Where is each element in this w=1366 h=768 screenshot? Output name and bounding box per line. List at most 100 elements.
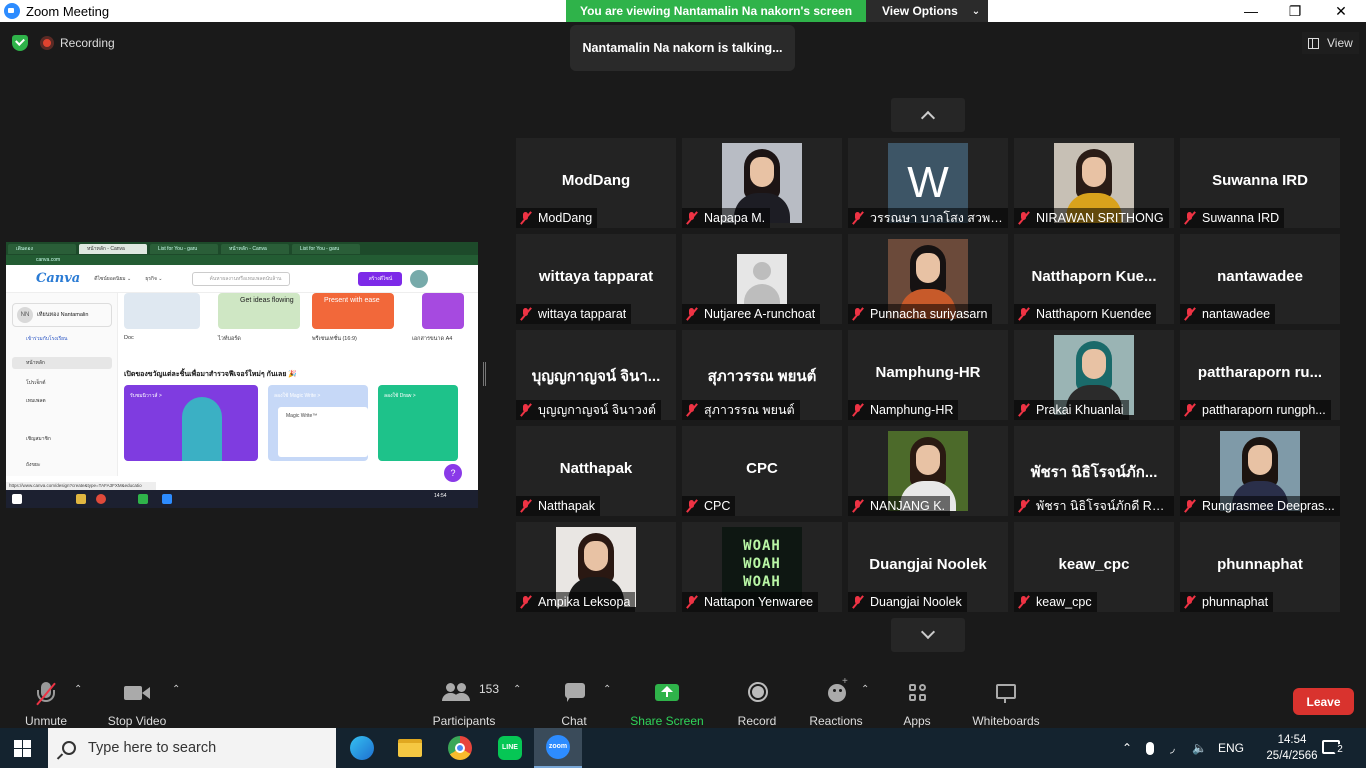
record-button[interactable]: Record <box>736 668 778 728</box>
minimize-button[interactable]: — <box>1228 0 1274 22</box>
muted-mic-icon <box>685 307 699 321</box>
share-screen-button[interactable]: Share Screen <box>630 668 704 728</box>
tray-language[interactable]: ENG <box>1218 728 1244 768</box>
gallery-next-page-button[interactable] <box>891 618 965 652</box>
participant-nameplate: Duangjai Noolek <box>848 592 967 612</box>
whiteboards-button[interactable]: Whiteboards <box>968 668 1044 728</box>
muted-mic-icon <box>685 499 699 513</box>
participant-tile[interactable]: Suwanna IRD Suwanna IRD <box>1180 138 1340 228</box>
split-resize-handle[interactable] <box>483 362 486 386</box>
canva-card-whiteboard: Get ideas flowing <box>218 293 300 329</box>
participant-name: Nattapon Yenwaree <box>704 595 814 609</box>
participant-name: NIRAWAN SRITHONG <box>1036 211 1164 225</box>
participant-tile[interactable]: keaw_cpc keaw_cpc <box>1014 522 1174 612</box>
view-label: View <box>1327 36 1353 50</box>
participant-nameplate: Nutjaree A-runchoat <box>682 304 821 324</box>
canva-profile-avatar: NN <box>17 307 33 323</box>
participant-tile[interactable]: Rungrasmee Deepras... <box>1180 426 1340 516</box>
participant-tile[interactable]: CPC CPC <box>682 426 842 516</box>
participant-tile[interactable]: พัชรา นิธิโรจน์ภัก... พัชรา นิธิโรจน์ภักด… <box>1014 426 1174 516</box>
view-options-button[interactable]: View Options ⌄ <box>866 0 988 22</box>
chat-label: Chat <box>561 714 587 728</box>
participant-tile[interactable]: Natthapak Natthapak <box>516 426 676 516</box>
participant-tile[interactable]: Ampika Leksopa <box>516 522 676 612</box>
participants-count: 153 <box>479 682 500 696</box>
participant-tile[interactable]: Duangjai Noolek Duangjai Noolek <box>848 522 1008 612</box>
apps-button[interactable]: Apps <box>896 668 938 728</box>
participant-tile[interactable]: phunnaphat phunnaphat <box>1180 522 1340 612</box>
participant-nameplate: Nattapon Yenwaree <box>682 592 819 612</box>
windows-start-icon[interactable] <box>14 740 31 757</box>
participant-tile[interactable]: NANJANG K. <box>848 426 1008 516</box>
shared-screen[interactable]: เดิมดอง หน้าหลัก - Canva List for You - … <box>6 242 478 508</box>
reactions-smiley-icon: + <box>808 676 864 710</box>
leave-meeting-button[interactable]: Leave <box>1293 688 1354 715</box>
recording-indicator[interactable]: Recording <box>40 32 115 54</box>
canva-main: Get ideas flowing Present with ease Doc … <box>124 293 474 476</box>
reactions-button[interactable]: + Reactions <box>808 668 864 728</box>
apps-label: Apps <box>903 714 931 728</box>
participants-options-caret[interactable]: ⌃ <box>513 684 521 695</box>
participant-tile[interactable]: Nutjaree A-runchoat <box>682 234 842 324</box>
participants-icon: 153 <box>432 680 500 710</box>
participant-tile[interactable]: wittaya tapparat wittaya tapparat <box>516 234 676 324</box>
windows-taskbar: Type here to search LINE zoom ⌃ ◞ 🔈 ENG … <box>0 728 1366 768</box>
record-icon <box>737 680 777 710</box>
participant-tile[interactable]: Punnacha suriyasarn <box>848 234 1008 324</box>
taskbar-chrome[interactable] <box>436 728 484 768</box>
participant-tile[interactable]: W วรรณษา บาลโสง สวพ.ม... <box>848 138 1008 228</box>
gallery-previous-page-button[interactable] <box>891 98 965 132</box>
muted-mic-icon <box>1017 499 1031 513</box>
participant-tile[interactable]: สุภาวรรณ พยนต์ สุภาวรรณ พยนต์ <box>682 330 842 420</box>
notification-center-icon[interactable]: 2 <box>1322 738 1346 758</box>
taskbar-clock[interactable]: 14:54 25/4/2566 <box>1262 732 1322 764</box>
participant-tile[interactable]: nantawadee nantawadee <box>1180 234 1340 324</box>
participant-tile[interactable]: WOAH WOAH WOAH Nattapon Yenwaree <box>682 522 842 612</box>
unmute-button[interactable]: Unmute <box>20 668 72 728</box>
participant-tile[interactable]: pattharaporn ru... pattharaporn rungph... <box>1180 330 1340 420</box>
stop-video-button[interactable]: Stop Video <box>106 668 168 728</box>
close-window-button[interactable]: ✕ <box>1318 0 1364 22</box>
view-button[interactable]: View <box>1302 32 1359 54</box>
taskbar-line[interactable]: LINE <box>486 728 534 768</box>
chat-button[interactable]: Chat <box>552 668 596 728</box>
canva-card-text: Present with ease <box>324 297 380 304</box>
participant-tile[interactable]: ModDang ModDang <box>516 138 676 228</box>
security-shield-icon[interactable] <box>12 35 28 51</box>
participant-nameplate: NIRAWAN SRITHONG <box>1014 208 1169 228</box>
record-label: Record <box>737 714 777 728</box>
restore-button[interactable]: ❐ <box>1272 0 1318 22</box>
participant-tile[interactable]: Napapa M. <box>682 138 842 228</box>
participant-name: Namphung-HR <box>870 403 954 417</box>
tray-network-icon[interactable]: ◞ <box>1170 728 1175 768</box>
participant-name: พัชรา นิธิโรจน์ภักดี RM... <box>1036 499 1169 513</box>
participant-tile[interactable]: Namphung-HR Namphung-HR <box>848 330 1008 420</box>
taskbar-zoom[interactable]: zoom <box>534 728 582 768</box>
canva-heading: เปิดของขวัญแต่ละชิ้นเพื่อมาสำรวจฟีเจอร์ใ… <box>124 371 298 378</box>
participants-button[interactable]: 153 Participants <box>432 668 500 728</box>
video-options-caret[interactable]: ⌃ <box>172 684 180 695</box>
chat-options-caret[interactable]: ⌃ <box>603 684 611 695</box>
participant-nameplate: Punnacha suriyasarn <box>848 304 993 324</box>
taskbar-edge[interactable] <box>338 728 386 768</box>
taskbar-file-explorer[interactable] <box>386 728 434 768</box>
reactions-options-caret[interactable]: ⌃ <box>861 684 869 695</box>
canva-side-item: ถังขยะ <box>26 462 41 468</box>
tray-volume-icon[interactable]: 🔈 <box>1192 728 1207 768</box>
audio-options-caret[interactable]: ⌃ <box>74 684 82 695</box>
shared-folder-icon <box>76 494 86 504</box>
participant-tile[interactable]: บุญญกาญจน์ จินา... บุญญกาญจน์ จินาวงต์ <box>516 330 676 420</box>
participant-tile[interactable]: NIRAWAN SRITHONG <box>1014 138 1174 228</box>
whiteboard-icon <box>968 680 1044 710</box>
canva-card-label: เอกสารขนาด A4 <box>412 336 453 342</box>
tray-show-hidden-icon[interactable]: ⌃ <box>1122 728 1132 768</box>
tray-microphone-icon[interactable] <box>1146 728 1154 768</box>
participant-name: keaw_cpc <box>1036 595 1092 609</box>
canva-magic-write-label: Magic Write™ <box>286 413 318 419</box>
participant-tile[interactable]: Natthaporn Kue... Natthaporn Kuendee <box>1014 234 1174 324</box>
reactions-label: Reactions <box>809 714 863 728</box>
shared-zoom-icon <box>162 494 172 504</box>
participant-tile[interactable]: Prakai Khuanlai <box>1014 330 1174 420</box>
taskbar-search-input[interactable]: Type here to search <box>48 728 336 768</box>
participant-name: NANJANG K. <box>870 499 946 513</box>
